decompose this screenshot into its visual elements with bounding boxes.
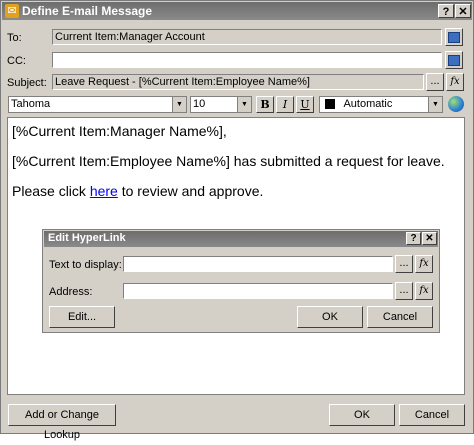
chevron-down-icon[interactable]: ▼ — [428, 97, 442, 112]
add-or-change-lookup-button[interactable]: Add or Change Lookup — [8, 404, 116, 441]
address-label: Address: — [49, 286, 93, 298]
subject-label: Subject: — [7, 77, 47, 89]
to-label: To: — [7, 32, 22, 44]
to-address-book-button[interactable] — [445, 28, 463, 46]
window-title: Define E-mail Message — [22, 4, 153, 18]
hyperlink-edit-button[interactable]: Edit... — [49, 306, 115, 328]
hyperlink-ok-button[interactable]: OK — [297, 306, 363, 328]
fx-icon: fx — [419, 285, 429, 296]
fx-icon: fx — [450, 76, 460, 87]
title-bar: ✉ Define E-mail Message ? ✕ — [2, 2, 472, 20]
italic-button[interactable]: I — [276, 96, 294, 113]
chevron-down-icon[interactable]: ▼ — [237, 97, 251, 112]
body-line-3-suffix: to review and approve. — [117, 183, 264, 199]
hyperlink-cancel-button[interactable]: Cancel — [367, 306, 433, 328]
color-value: Automatic — [343, 98, 393, 110]
text-formula-button[interactable]: fx — [415, 255, 433, 273]
cc-label: CC: — [7, 55, 26, 67]
address-formula-button[interactable]: fx — [415, 282, 433, 300]
size-value: 10 — [193, 98, 206, 110]
color-swatch — [325, 99, 335, 110]
address-ellipsis-button[interactable]: ... — [395, 282, 413, 300]
chevron-down-icon[interactable]: ▼ — [172, 97, 186, 112]
app-icon: ✉ — [5, 4, 19, 18]
text-to-display-label: Text to display: — [49, 259, 122, 271]
hyperlink-title-bar: Edit HyperLink ? ✕ — [44, 231, 438, 247]
subject-ellipsis-button[interactable]: ... — [426, 73, 444, 91]
subject-formula-button[interactable]: fx — [446, 73, 464, 91]
address-book-icon — [448, 55, 460, 66]
cancel-button[interactable]: Cancel — [399, 404, 465, 426]
fx-icon: fx — [419, 258, 429, 269]
hyperlink-close-button[interactable]: ✕ — [422, 232, 437, 245]
close-button[interactable]: ✕ — [455, 4, 471, 18]
body-line-1: [%Current Item:Manager Name%], — [12, 123, 227, 139]
address-input[interactable] — [123, 283, 393, 299]
size-select[interactable]: 10 ▼ — [190, 96, 252, 113]
define-email-dialog: ✉ Define E-mail Message ? ✕ To: Current … — [0, 0, 474, 441]
cc-address-book-button[interactable] — [445, 51, 463, 69]
help-button[interactable]: ? — [438, 4, 454, 18]
bold-button[interactable]: B — [256, 96, 274, 113]
address-book-icon — [448, 32, 460, 43]
subject-field[interactable]: Leave Request - [%Current Item:Employee … — [52, 74, 424, 90]
ok-button[interactable]: OK — [329, 404, 395, 426]
hyperlink-dialog-title: Edit HyperLink — [48, 232, 126, 244]
font-select[interactable]: Tahoma ▼ — [8, 96, 187, 113]
font-value: Tahoma — [11, 98, 51, 110]
review-link[interactable]: here — [90, 183, 118, 199]
hyperlink-help-button[interactable]: ? — [406, 232, 421, 245]
underline-button[interactable]: U — [296, 96, 314, 113]
to-field[interactable]: Current Item:Manager Account — [52, 29, 442, 45]
cc-field[interactable] — [52, 52, 442, 68]
text-ellipsis-button[interactable]: ... — [395, 255, 413, 273]
body-line-2: [%Current Item:Employee Name%] has submi… — [12, 153, 445, 169]
globe-icon[interactable] — [448, 96, 464, 112]
body-line-3: Please click here to review and approve. — [12, 183, 263, 199]
color-select[interactable]: Automatic ▼ — [319, 96, 443, 113]
body-line-3-prefix: Please click — [12, 183, 90, 199]
edit-hyperlink-dialog: Edit HyperLink ? ✕ Text to display: ... … — [42, 229, 440, 333]
text-to-display-input[interactable] — [123, 256, 393, 272]
